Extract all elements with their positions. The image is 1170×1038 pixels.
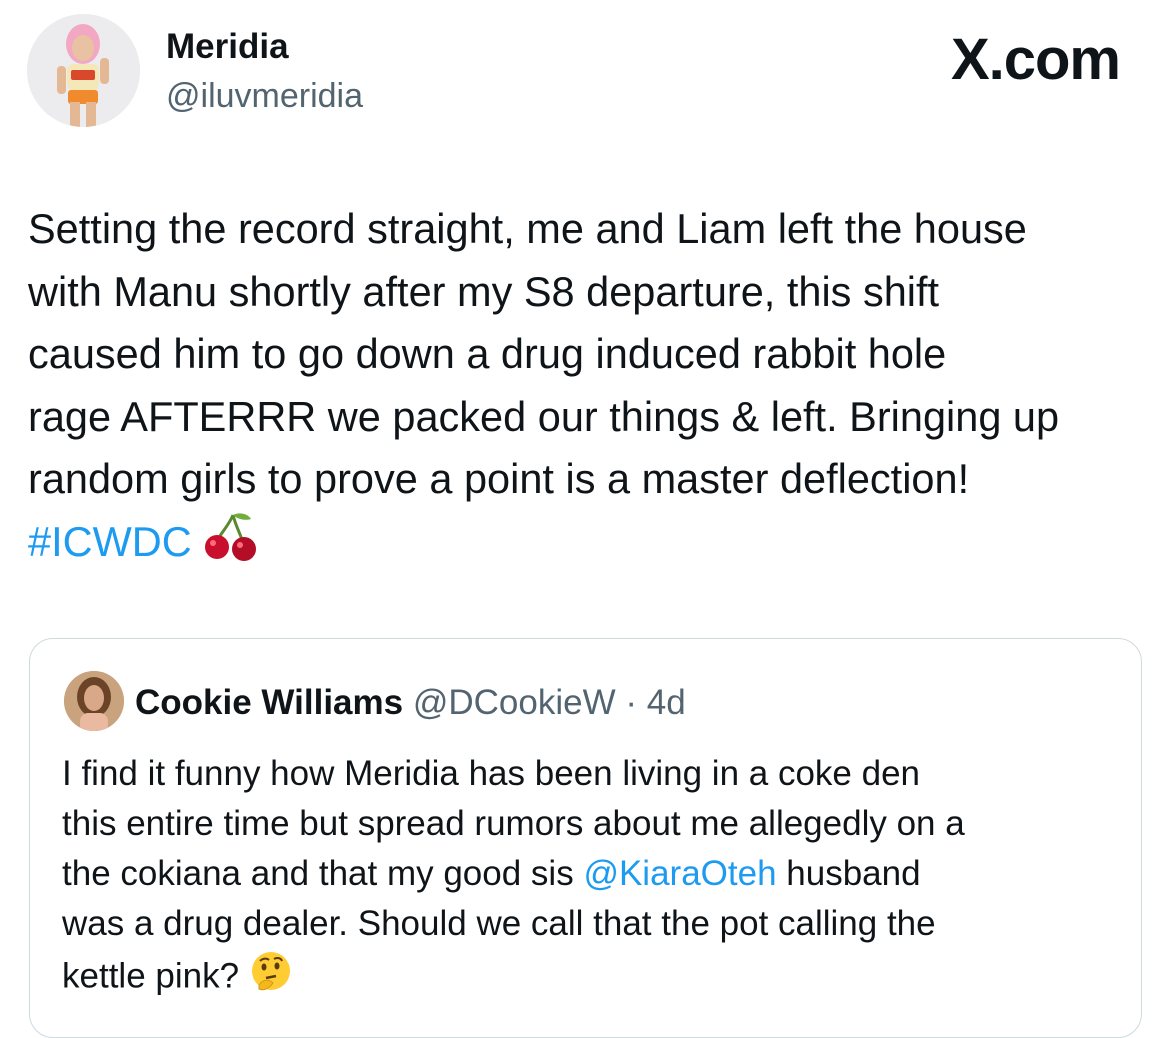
quoted-line: kettle pink? [62,949,1132,1007]
quoted-tweet-card[interactable]: Cookie Williams @DCookieW · 4d I find it… [29,638,1142,1038]
quoted-line: this entire time but spread rumors about… [62,804,965,843]
avatar-image [27,14,140,127]
quoted-author-handle[interactable]: @DCookieW [413,683,616,722]
quoted-line: I find it funny how Meridia has been liv… [62,754,921,793]
tweet-line: Setting the record straight, me and Liam… [28,205,1027,252]
x-brand-logo: X.com [950,27,1121,92]
quoted-line: the cokiana and that my good sis @KiaraO… [62,849,1132,899]
quoted-line-text: husband [776,854,921,893]
quoted-line-text: the cokiana and that my good sis [62,854,584,893]
quoted-tweet-text: I find it funny how Meridia has been liv… [62,749,1132,1007]
author-display-name[interactable]: Meridia [166,27,289,67]
cherries-emoji-icon [203,511,259,579]
tweet-line: random girls to prove a point is a maste… [28,455,970,502]
tweet-line: caused him to go down a drug induced rab… [28,330,947,377]
quoted-tweet-age[interactable]: 4d [647,683,686,722]
author-avatar[interactable] [27,14,140,127]
quoted-tweet-header: Cookie Williams @DCookieW · 4d [135,683,686,723]
quoted-line: was a drug dealer. Should we call that t… [62,904,936,943]
quoted-avatar-image [64,671,124,731]
brand-text: X.com [950,27,1121,92]
meta-separator: · [625,683,638,722]
thinking-face-emoji-icon [249,949,293,1007]
mention-link[interactable]: @KiaraOteh [583,854,776,893]
hashtag-link[interactable]: #ICWDC [28,518,192,565]
author-handle[interactable]: @iluvmeridia [166,76,363,116]
tweet-line: rage AFTERRR we packed our things & left… [28,392,1060,440]
tweet-line: with Manu shortly after my S8 departure,… [28,267,940,315]
quoted-author-name[interactable]: Cookie Williams [135,683,403,722]
quoted-line-text: kettle pink? [62,956,240,996]
hashtag-line: #ICWDC [28,511,1143,579]
quoted-author-avatar[interactable] [64,671,124,731]
tweet-text: Setting the record straight, me and Liam… [28,198,1143,578]
